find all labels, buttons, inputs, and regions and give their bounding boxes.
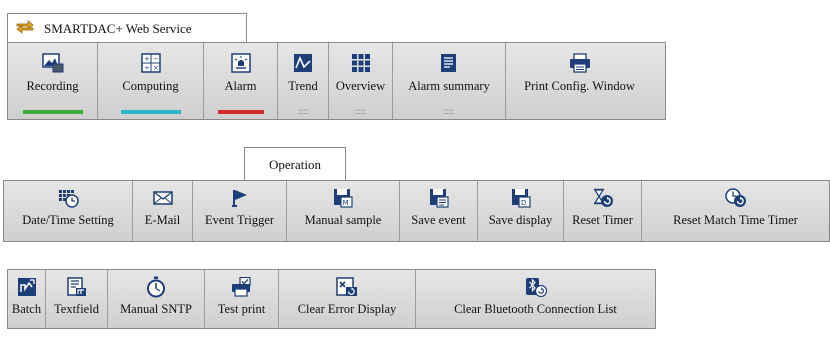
print-config-window-button[interactable]: Print Config. Window [506, 43, 653, 119]
additional-toolbar: Batch Textfield Manual SNTP Test print C… [7, 269, 656, 329]
alarm-status-bar [217, 110, 264, 114]
grid-icon [351, 52, 371, 74]
computing-status-bar [120, 110, 181, 114]
alarm-summary-icon [440, 52, 458, 74]
alarm-label: Alarm [224, 79, 257, 93]
recording-status-bar [22, 110, 83, 114]
svg-text:×: × [153, 64, 159, 72]
save-display-label: Save display [488, 213, 553, 227]
printer-check-icon [231, 276, 253, 298]
save-display-button[interactable]: D Save display [478, 181, 564, 241]
tab-operation[interactable]: Operation [244, 147, 346, 181]
save-event-label: Save event [411, 213, 466, 227]
reset-timer-button[interactable]: Reset Timer [564, 181, 642, 241]
clear-bluetooth-connection-list-button[interactable]: Clear Bluetooth Connection List [416, 270, 655, 328]
batch-button[interactable]: Batch [8, 270, 46, 328]
test-print-label: Test print [217, 302, 266, 316]
svg-text:M: M [343, 199, 349, 207]
overview-button[interactable]: Overview :::: [329, 43, 393, 119]
manual-sample-button[interactable]: M Manual sample [287, 181, 400, 241]
stopwatch-icon [146, 276, 166, 298]
recording-label: Recording [26, 79, 79, 93]
app-title-tab[interactable]: SMARTDAC+ Web Service [7, 13, 247, 43]
tab-operation-label: Operation [269, 156, 321, 172]
envelope-icon [152, 187, 173, 209]
alarm-button[interactable]: Alarm [204, 43, 278, 119]
reset-match-time-timer-button[interactable]: Reset Match Time Timer [642, 181, 829, 241]
trend-label: Trend [288, 79, 318, 93]
event-trigger-label: Event Trigger [204, 213, 275, 227]
email-button[interactable]: E-Mail [133, 181, 193, 241]
recording-button[interactable]: Recording [8, 43, 98, 119]
computing-label: Computing [122, 79, 179, 93]
textfield-button[interactable]: Textfield [46, 270, 108, 328]
clear-error-icon [336, 276, 358, 298]
email-label: E-Mail [144, 213, 181, 227]
save-sample-icon: M [333, 187, 353, 209]
trend-grip: :::: [297, 106, 308, 116]
datetime-setting-label: Date/Time Setting [22, 213, 114, 227]
computing-button[interactable]: + − ÷ × Computing [98, 43, 204, 119]
svg-text:D: D [521, 199, 526, 207]
operation-toolbar: Date/Time Setting E-Mail Event Trigger M… [3, 180, 830, 242]
overview-label: Overview [335, 79, 386, 93]
batch-icon [17, 276, 37, 298]
batch-label: Batch [11, 302, 42, 316]
reset-timer-label: Reset Timer [572, 213, 633, 227]
overview-grip: :::: [355, 106, 366, 116]
alarm-icon [230, 52, 251, 74]
manual-sample-label: Manual sample [304, 213, 382, 227]
test-print-button[interactable]: Test print [205, 270, 279, 328]
clear-error-display-button[interactable]: Clear Error Display [279, 270, 416, 328]
trend-icon [293, 52, 313, 74]
save-display-icon: D [511, 187, 531, 209]
printer-icon [569, 52, 591, 74]
clear-error-display-label: Clear Error Display [297, 302, 397, 316]
main-toolbar: Recording + − ÷ × Computing Alarm Trend … [7, 42, 666, 120]
svg-text:+: + [144, 55, 150, 63]
hourglass-reset-icon [592, 187, 614, 209]
textfield-icon [66, 276, 87, 298]
alarm-summary-grip: :::: [443, 106, 454, 116]
reset-match-time-timer-label: Reset Match Time Timer [673, 213, 798, 227]
manual-sntp-button[interactable]: Manual SNTP [108, 270, 205, 328]
svg-text:−: − [153, 55, 159, 63]
save-event-icon [429, 187, 449, 209]
save-event-button[interactable]: Save event [400, 181, 478, 241]
app-title: SMARTDAC+ Web Service [44, 20, 192, 36]
recording-icon [41, 52, 64, 74]
print-config-window-label: Print Config. Window [524, 79, 635, 93]
computing-icon: + − ÷ × [140, 52, 161, 74]
calendar-clock-icon [57, 187, 79, 209]
clear-bluetooth-connection-list-label: Clear Bluetooth Connection List [454, 302, 617, 316]
trend-button[interactable]: Trend :::: [278, 43, 329, 119]
alarm-summary-button[interactable]: Alarm summary :::: [393, 43, 506, 119]
datetime-setting-button[interactable]: Date/Time Setting [4, 181, 133, 241]
textfield-label: Textfield [54, 302, 99, 316]
flag-icon [231, 187, 249, 209]
manual-sntp-label: Manual SNTP [120, 302, 192, 316]
svg-text:÷: ÷ [144, 64, 150, 72]
clock-reset-icon [724, 187, 747, 209]
bluetooth-clear-icon [525, 276, 547, 298]
swap-arrows-icon [16, 19, 34, 38]
alarm-summary-label: Alarm summary [408, 79, 490, 93]
event-trigger-button[interactable]: Event Trigger [193, 181, 287, 241]
